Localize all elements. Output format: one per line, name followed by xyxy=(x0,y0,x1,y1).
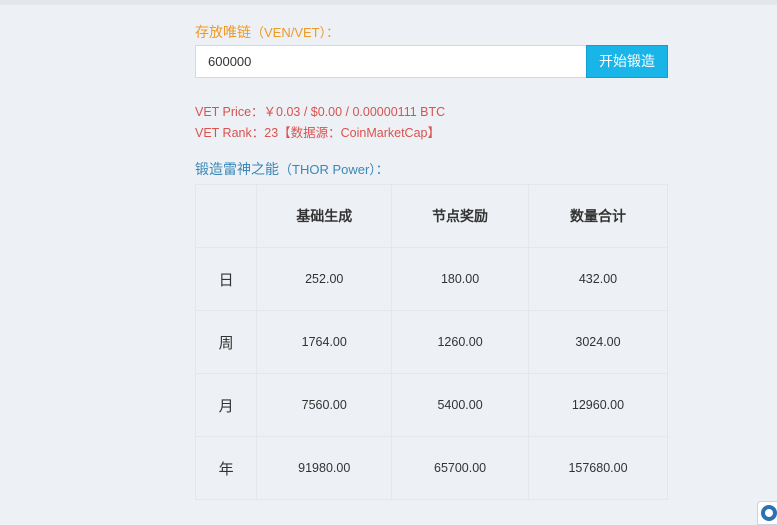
total-cell: 432.00 xyxy=(527,247,669,311)
header-node: 节点奖励 xyxy=(391,184,529,248)
base-cell: 91980.00 xyxy=(256,436,393,500)
stake-label-sub: （VEN/VET）： xyxy=(251,25,340,40)
header-base: 基础生成 xyxy=(256,184,393,248)
help-widget-glyph xyxy=(761,505,777,521)
vet-rank: VET Rank：23【数据源：CoinMarketCap】 xyxy=(195,126,440,140)
table-header-row: 基础生成 节点奖励 数量合计 xyxy=(194,184,669,248)
help-widget-icon[interactable] xyxy=(757,501,777,525)
table-row: 年 91980.00 65700.00 157680.00 xyxy=(194,436,669,500)
base-cell: 252.00 xyxy=(256,247,393,311)
vet-price: VET Price：￥0.03 / $0.00 / 0.00000111 BTC xyxy=(195,105,446,119)
thor-power-label: 锻造雷神之能（THOR Power）： xyxy=(195,159,668,180)
period-cell: 周 xyxy=(194,310,258,374)
node-cell: 180.00 xyxy=(391,247,529,311)
thor-power-label-text: 锻造雷神之能 xyxy=(195,161,279,177)
node-cell: 5400.00 xyxy=(391,373,529,437)
table-row: 日 252.00 180.00 432.00 xyxy=(194,247,669,311)
stake-label-text: 存放唯链 xyxy=(195,24,251,40)
node-cell: 1260.00 xyxy=(391,310,529,374)
calculator-panel: 存放唯链（VEN/VET）： 开始锻造 VET Price：￥0.03 / $0… xyxy=(194,22,669,500)
header-total: 数量合计 xyxy=(527,184,669,248)
stake-input-row: 开始锻造 xyxy=(195,45,668,78)
total-cell: 3024.00 xyxy=(527,310,669,374)
thor-power-label-sub: （THOR Power）： xyxy=(279,162,389,177)
node-cell: 65700.00 xyxy=(391,436,529,500)
total-cell: 12960.00 xyxy=(527,373,669,437)
header-period xyxy=(194,184,258,248)
amount-input[interactable] xyxy=(195,45,586,78)
base-cell: 7560.00 xyxy=(256,373,393,437)
total-cell: 157680.00 xyxy=(527,436,669,500)
period-cell: 日 xyxy=(194,247,258,311)
table-row: 月 7560.00 5400.00 12960.00 xyxy=(194,373,669,437)
thor-power-table: 基础生成 节点奖励 数量合计 日 252.00 180.00 432.00 周 … xyxy=(194,184,669,500)
top-bar xyxy=(0,0,777,5)
period-cell: 年 xyxy=(194,436,258,500)
table-row: 周 1764.00 1260.00 3024.00 xyxy=(194,310,669,374)
start-forge-button[interactable]: 开始锻造 xyxy=(586,45,668,78)
period-cell: 月 xyxy=(194,373,258,437)
stake-label: 存放唯链（VEN/VET）： xyxy=(195,22,668,44)
base-cell: 1764.00 xyxy=(256,310,393,374)
